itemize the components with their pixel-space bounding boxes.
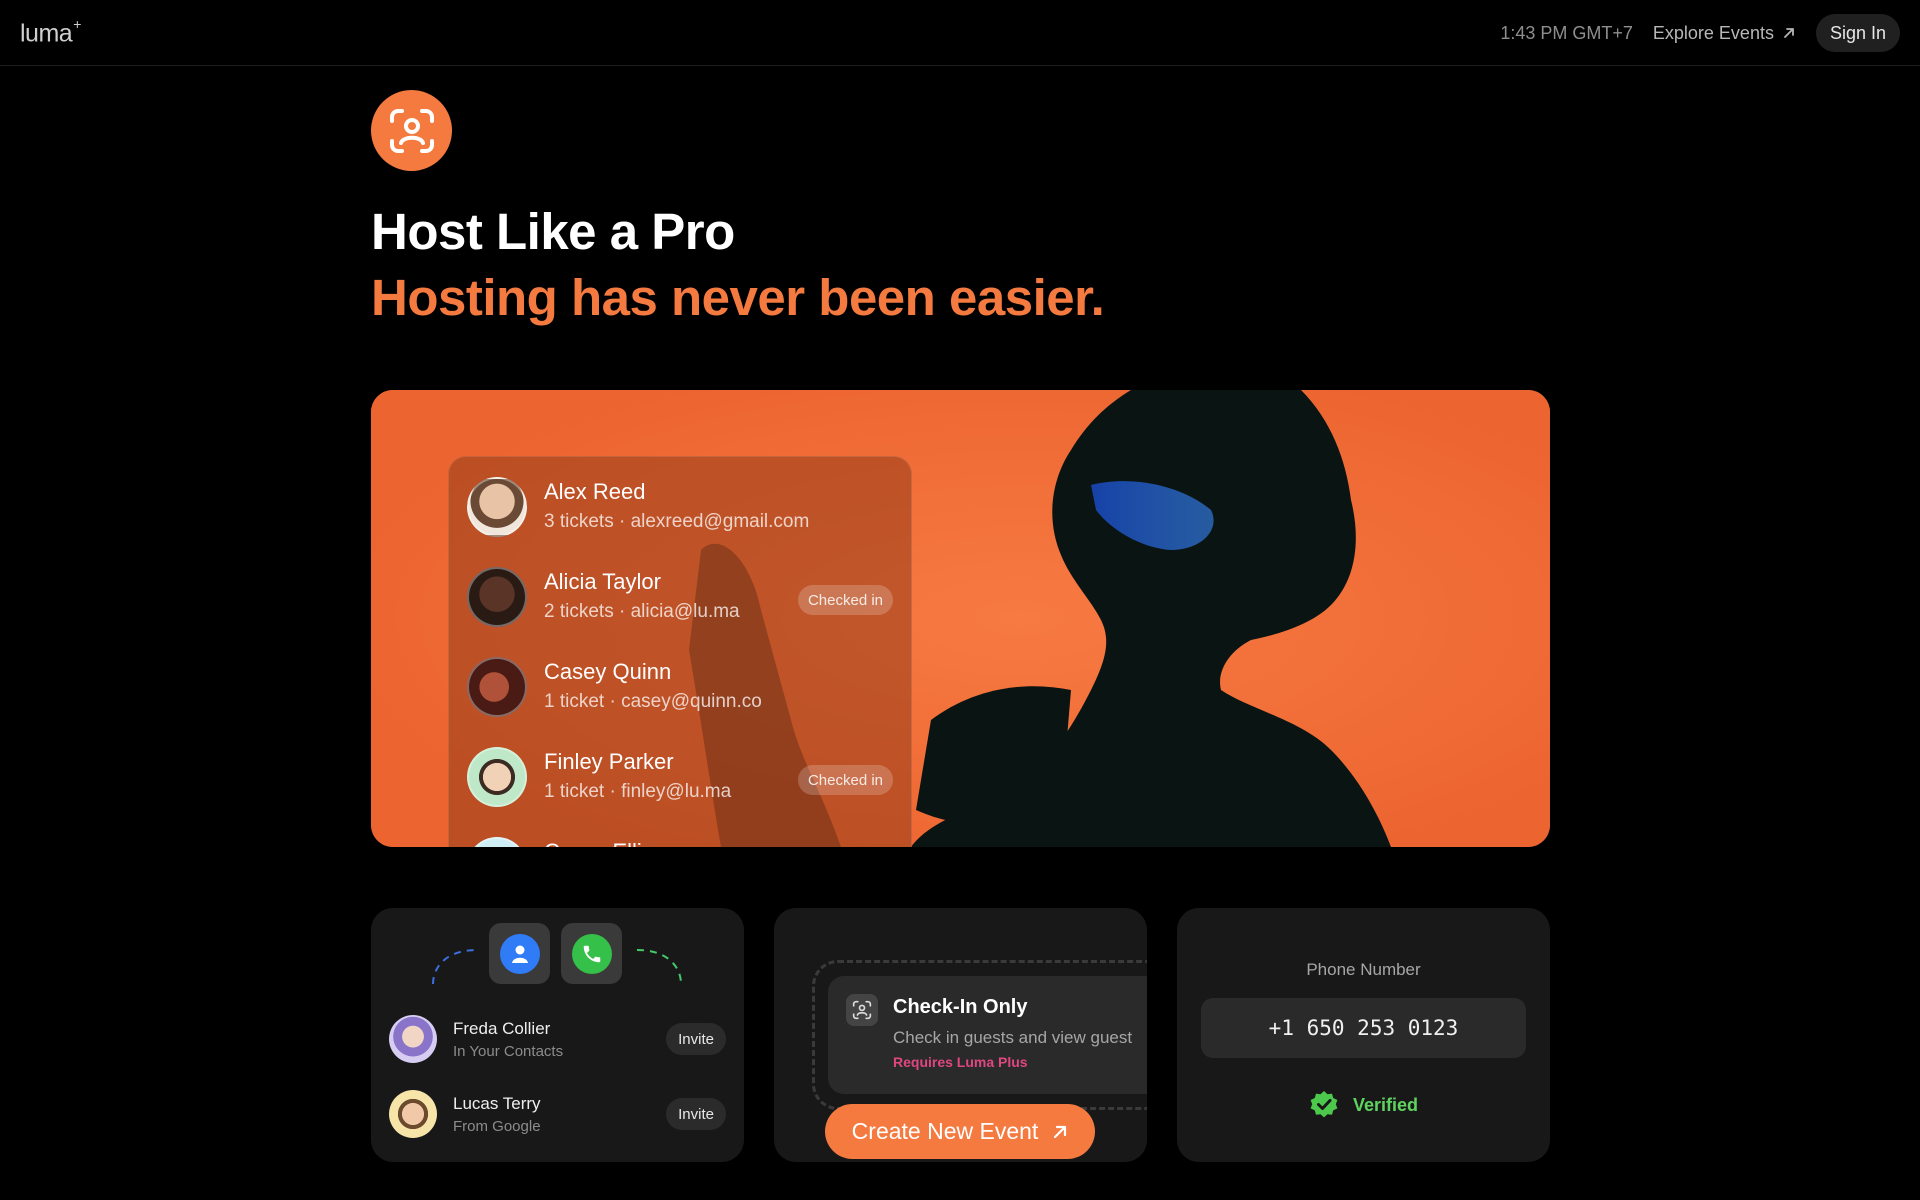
create-new-event-label: Create New Event [851,1118,1039,1144]
contact-source: From Google [453,1118,541,1135]
guest-name: Casey Quinn [544,659,672,684]
hero-subtitle: Hosting has never been easier. [371,269,1105,326]
phone-icon [571,933,612,974]
invite-contacts-card: Freda Collier In Your Contacts Invite Lu… [371,908,744,1162]
guest-meta: 1 ticket · casey@quinn.co [544,691,762,712]
invite-button[interactable]: Invite [666,1023,726,1055]
guest-name: Casey Elli [544,839,642,847]
luma-plus-requirement: Requires Luma Plus [893,1054,1028,1070]
guest-name: Alicia Taylor [544,569,661,594]
guest-row[interactable]: Alex Reed 3 tickets · alexreed@gmail.com [449,457,911,547]
guest-row[interactable]: Casey Elli [449,817,911,847]
guest-row[interactable]: Alicia Taylor 2 tickets · alicia@lu.ma C… [449,547,911,637]
contact-row: Lucas Terry From Google Invite [389,1090,726,1140]
top-navigation-bar: luma+ 1:43 PM GMT+7 Explore Events Sign … [0,0,1920,66]
invite-button[interactable]: Invite [666,1098,726,1130]
current-time: 1:43 PM GMT+7 [1500,22,1633,43]
phone-app-tile [561,923,622,984]
hero-title: Host Like a Pro [371,203,735,260]
luma-logo[interactable]: luma+ [20,16,81,48]
guest-meta: 2 tickets · alicia@lu.ma [544,601,740,622]
avatar [389,1015,437,1063]
contacts-app-tile [489,923,550,984]
sign-in-button[interactable]: Sign In [1815,14,1900,52]
connector-right [636,949,682,985]
guest-list-card: Alex Reed 3 tickets · alexreed@gmail.com… [448,456,912,847]
connector-left [432,949,478,985]
checkin-option[interactable]: Check-In Only Check in guests and view g… [828,976,1147,1094]
guest-row[interactable]: Casey Quinn 1 ticket · casey@quinn.co [449,637,911,727]
checkin-card: Check-In Only Check in guests and view g… [774,908,1147,1162]
contact-name: Lucas Terry [453,1094,541,1113]
guest-name: Finley Parker [544,749,674,774]
arrow-up-right-icon [1054,1125,1067,1138]
guest-meta: 3 tickets · alexreed@gmail.com [544,511,810,532]
person-icon [499,933,540,974]
phone-verification-card: Phone Number +1 650 253 0123 Verified [1177,908,1550,1162]
contact-row: Freda Collier In Your Contacts Invite [389,1015,726,1065]
face-scan-icon [371,90,452,171]
phone-number-label: Phone Number [1306,960,1421,979]
hero-banner: Alex Reed 3 tickets · alexreed@gmail.com… [371,390,1550,847]
arrow-up-right-icon [1784,28,1794,38]
contact-name: Freda Collier [453,1019,551,1038]
explore-events-link[interactable]: Explore Events [1653,23,1796,44]
nav-right: 1:43 PM GMT+7 Explore Events Sign In [1500,14,1900,52]
avatar [467,657,527,717]
checked-in-badge: Checked in [797,765,893,795]
avatar [467,837,527,847]
verified-badge-icon [1310,1091,1338,1118]
verified-label: Verified [1352,1094,1419,1115]
avatar [467,567,527,627]
checkin-description: Check in guests and view guest [893,1028,1133,1047]
guest-row[interactable]: Finley Parker 1 ticket · finley@lu.ma Ch… [449,727,911,817]
avatar [467,747,527,807]
checked-in-badge: Checked in [797,585,893,615]
create-new-event-button[interactable]: Create New Event [825,1104,1095,1159]
verified-status: Verified [1177,1090,1550,1120]
avatar [389,1090,437,1138]
phone-number-field[interactable]: +1 650 253 0123 [1201,998,1526,1058]
avatar [467,477,527,537]
guest-meta: 1 ticket · finley@lu.ma [544,781,732,802]
contact-source: In Your Contacts [453,1043,564,1060]
guest-name: Alex Reed [544,479,646,504]
checkin-title: Check-In Only [893,996,1028,1018]
explore-events-label: Explore Events [1652,22,1774,43]
face-scan-icon [846,994,878,1026]
